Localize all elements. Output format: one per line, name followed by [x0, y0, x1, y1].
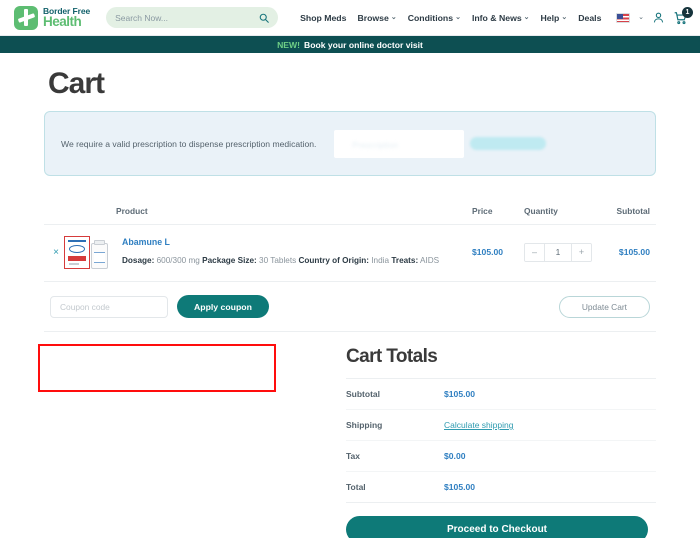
nav-label: Deals — [578, 12, 602, 23]
site-header: Border Free Health Shop Meds Browse ⌄ Co… — [0, 0, 700, 36]
chevron-down-icon: ⌄ — [455, 14, 461, 21]
nav-item-shop-meds[interactable]: Shop Meds — [300, 13, 346, 23]
meta-value-treats: AIDS — [420, 256, 440, 266]
totals-label: Shipping — [346, 420, 383, 430]
meta-label-treats: Treats: — [391, 256, 419, 266]
site-logo[interactable]: Border Free Health — [14, 5, 90, 30]
totals-row-subtotal: Subtotal $105.00 — [346, 379, 656, 410]
quantity-value[interactable]: 1 — [544, 243, 572, 261]
nav-item-deals[interactable]: Deals — [578, 13, 601, 23]
calculate-shipping-link[interactable]: Calculate shipping — [444, 420, 513, 430]
totals-value-tax: $0.00 — [444, 451, 466, 461]
totals-value-subtotal: $105.00 — [444, 389, 476, 399]
nav-label: Conditions — [407, 12, 454, 23]
logo-cross-icon — [14, 5, 38, 30]
update-cart-button[interactable]: Update Cart — [558, 295, 650, 318]
totals-row-total: Total $105.00 — [346, 472, 656, 503]
cart-totals-title: Cart Totals — [346, 346, 438, 367]
medicine-box-image — [64, 236, 90, 269]
cart-totals-table: Subtotal $105.00 Shipping Calculate ship… — [346, 378, 656, 503]
column-header-quantity: Quantity — [524, 206, 558, 216]
nav-label: Shop Meds — [300, 12, 347, 23]
announcement-tag: NEW! — [277, 39, 301, 50]
nav-label: Info & News — [471, 12, 522, 23]
coupon-input[interactable] — [50, 295, 168, 318]
chevron-down-icon: ⌄ — [390, 14, 397, 21]
cart-table-header: Product Price Quantity Subtotal — [44, 206, 656, 225]
main-navigation: Shop Meds Browse ⌄ Conditions ⌄ Info & N… — [300, 13, 601, 23]
prescription-input-placeholder: Prescription — [352, 140, 399, 150]
product-price: $105.00 — [472, 247, 504, 257]
search-input[interactable] — [115, 12, 260, 23]
prescription-notice-text: We require a valid prescription to dispe… — [61, 138, 317, 149]
cart-table: Product Price Quantity Subtotal × Abamun… — [44, 206, 656, 332]
logo-text: Border Free Health — [43, 7, 90, 28]
nav-item-conditions[interactable]: Conditions ⌄ — [408, 13, 461, 23]
product-name-link[interactable]: Abamune L — [122, 237, 472, 247]
column-header-subtotal: Subtotal — [616, 206, 651, 216]
totals-row-shipping: Shipping Calculate shipping — [346, 410, 656, 441]
column-header-price: Price — [472, 206, 493, 216]
prescription-upload-input[interactable]: Prescription — [334, 129, 465, 158]
nav-item-browse[interactable]: Browse ⌄ — [357, 13, 396, 23]
announcement-text: Book your online doctor visit — [304, 39, 423, 50]
chevron-down-icon: ⌄ — [561, 14, 568, 21]
product-thumbnail[interactable] — [64, 235, 110, 269]
prescription-upload-button[interactable] — [470, 137, 547, 150]
search-bar[interactable] — [106, 7, 279, 28]
cart-count-badge: 1 — [682, 6, 693, 18]
meta-label-package-size: Package Size: — [202, 256, 257, 266]
totals-value-total: $105.00 — [444, 482, 476, 492]
announcement-bar[interactable]: NEW! Book your online doctor visit — [0, 36, 700, 53]
totals-label: Tax — [346, 451, 361, 461]
page-content: Cart We require a valid prescription to … — [0, 53, 700, 538]
pill-bottle-image — [91, 240, 108, 269]
cart-totals: Cart Totals Subtotal $105.00 Shipping Ca… — [346, 332, 656, 538]
product-info: Abamune L Dosage: 600/300 mg Package Siz… — [122, 237, 472, 267]
prescription-notice: We require a valid prescription to dispe… — [44, 111, 656, 176]
meta-value-package-size: 30 Tablets — [259, 256, 297, 266]
meta-value-dosage: 600/300 mg — [156, 256, 200, 266]
nav-item-info-news[interactable]: Info & News ⌄ — [472, 13, 530, 23]
logo-text-bottom: Health — [43, 13, 82, 29]
proceed-to-checkout-button[interactable]: Proceed to Checkout — [346, 516, 648, 538]
nav-item-help[interactable]: Help ⌄ — [541, 13, 568, 23]
search-icon[interactable] — [259, 13, 269, 23]
product-subtotal: $105.00 — [618, 247, 650, 257]
page-title: Cart — [48, 67, 105, 100]
nav-label: Help — [540, 12, 560, 23]
table-row: × Abamune L Dosage: 600/300 mg Package S… — [44, 225, 656, 282]
chevron-down-icon[interactable]: ⌄ — [638, 14, 644, 21]
cart-icon[interactable]: 1 — [673, 6, 693, 25]
column-header-product: Product — [116, 206, 148, 216]
quantity-increase-button[interactable]: + — [572, 243, 591, 261]
quantity-stepper: – 1 + — [524, 242, 598, 262]
coupon-annotation-box — [38, 344, 276, 392]
coupon-row: Apply coupon Update Cart — [44, 282, 656, 332]
meta-label-dosage: Dosage: — [122, 256, 155, 266]
chevron-down-icon: ⌄ — [523, 14, 530, 21]
totals-row-tax: Tax $0.00 — [346, 441, 656, 472]
country-flag-icon[interactable] — [616, 12, 631, 23]
nav-label: Browse — [357, 12, 389, 23]
totals-label: Total — [346, 482, 366, 492]
header-actions: ⌄ 1 — [616, 6, 693, 25]
remove-item-button[interactable]: × — [50, 247, 62, 258]
quantity-decrease-button[interactable]: – — [525, 243, 544, 261]
meta-value-country: India — [371, 256, 390, 266]
account-icon[interactable] — [652, 11, 665, 24]
totals-label: Subtotal — [346, 389, 380, 399]
apply-coupon-button[interactable]: Apply coupon — [177, 295, 269, 318]
product-meta: Dosage: 600/300 mg Package Size: 30 Tabl… — [122, 256, 472, 267]
meta-label-country: Country of Origin: — [298, 256, 370, 266]
